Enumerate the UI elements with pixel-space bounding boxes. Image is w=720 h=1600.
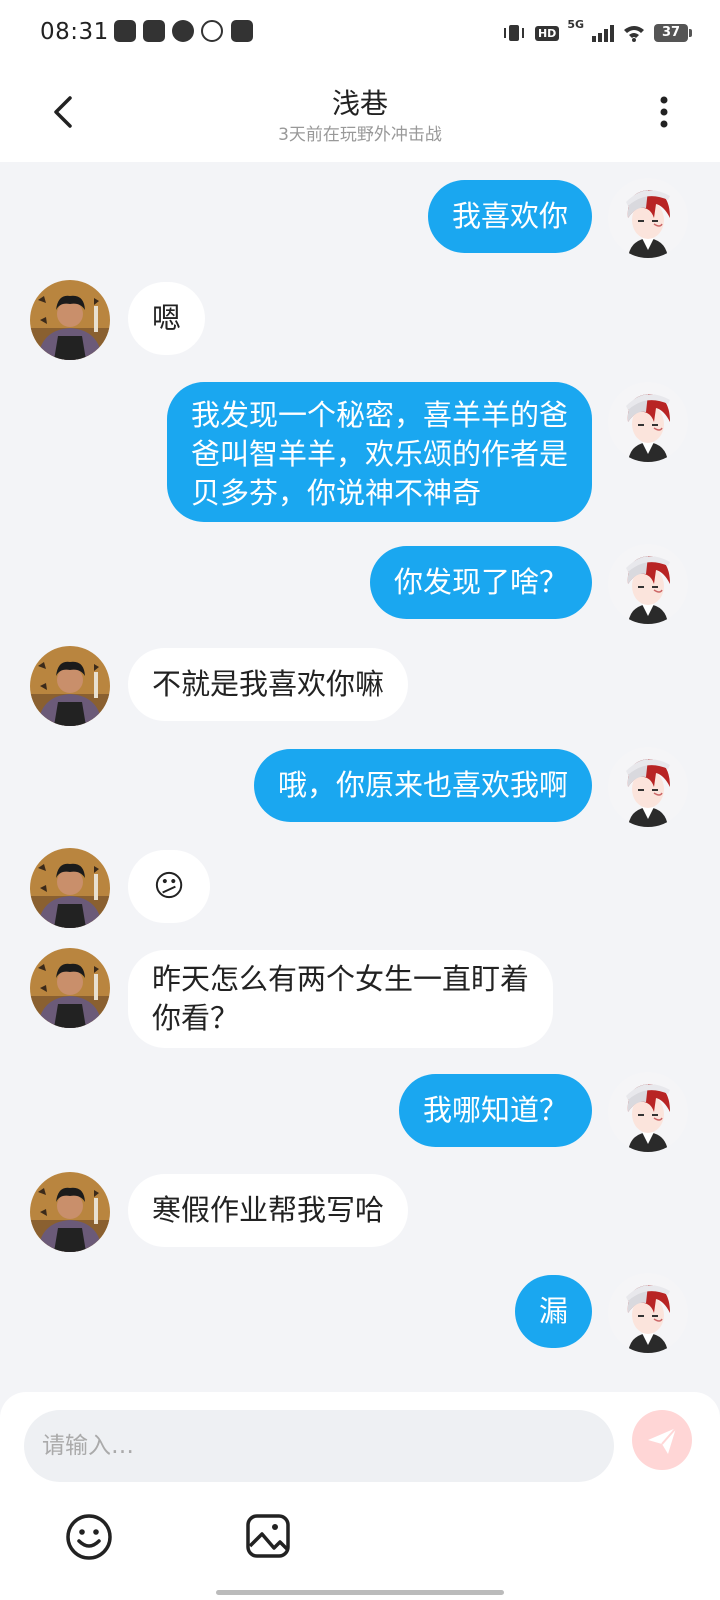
message-bubble[interactable]: 不就是我喜欢你嘛	[128, 648, 409, 721]
smiley-icon[interactable]	[64, 1512, 114, 1562]
hd-badge: HD	[534, 25, 560, 41]
status-bar: 08:31 HD 5G 37	[0, 0, 720, 68]
contact-avatar[interactable]	[30, 948, 110, 1028]
message-input[interactable]	[24, 1410, 614, 1482]
signal-icon	[592, 25, 614, 42]
vibrate-icon	[503, 25, 524, 41]
contact-avatar[interactable]	[30, 848, 110, 928]
message-list[interactable]: 我喜欢你 嗯 我发现一个秘密，喜羊羊的爸 爸叫智羊羊，欢乐颂的作者是 贝多芬，你…	[0, 162, 720, 1392]
message-bubble[interactable]: 哦，你原来也喜欢我啊	[253, 749, 592, 822]
message-bubble[interactable]: 你发现了啥？	[369, 546, 592, 619]
status-time: 08:31	[40, 19, 109, 45]
contact-avatar[interactable]	[30, 646, 110, 726]
send-button[interactable]	[632, 1410, 692, 1470]
message-app-icon	[231, 20, 253, 42]
message-line: 昨天怎么有两个女生一直盯着	[152, 962, 530, 996]
ifly-icon	[201, 20, 223, 42]
battery-icon: 37	[654, 24, 692, 42]
my-avatar[interactable]	[608, 747, 688, 827]
image-icon[interactable]	[244, 1512, 292, 1560]
contact-avatar[interactable]	[30, 280, 110, 360]
message-line: 贝多芬，你说神不神奇	[190, 476, 481, 510]
paper-plane-icon	[648, 1427, 677, 1454]
my-avatar[interactable]	[608, 1072, 688, 1152]
chat-header: 浅巷 3天前在玩野外冲击战	[0, 68, 720, 162]
home-indicator[interactable]	[216, 1590, 504, 1595]
message-bubble[interactable]: 嗯	[128, 282, 206, 355]
search-app-icon	[143, 20, 165, 42]
wifi-icon	[624, 26, 644, 42]
message-bubble[interactable]: 昨天怎么有两个女生一直盯着 你看？	[128, 950, 554, 1048]
composer-bar	[0, 1392, 720, 1600]
contact-avatar[interactable]	[30, 1172, 110, 1252]
message-bubble[interactable]: 我哪知道？	[398, 1074, 592, 1147]
my-avatar[interactable]	[608, 382, 688, 462]
more-vertical-icon[interactable]	[652, 92, 676, 132]
my-avatar[interactable]	[608, 544, 688, 624]
my-avatar[interactable]	[608, 1273, 688, 1353]
message-bubble[interactable]: 漏	[514, 1275, 592, 1348]
message-bubble[interactable]: 寒假作业帮我写哈	[128, 1174, 409, 1247]
app-icon	[114, 20, 136, 42]
my-avatar[interactable]	[608, 178, 688, 258]
message-bubble[interactable]: 我发现一个秘密，喜羊羊的爸 爸叫智羊羊，欢乐颂的作者是 贝多芬，你说神不神奇	[166, 382, 592, 522]
contact-name: 浅巷	[331, 87, 388, 120]
emoji-message-bubble[interactable]: 😕	[128, 850, 210, 923]
network-type: 5G	[567, 18, 584, 31]
compass-app-icon	[172, 20, 194, 42]
contact-status: 3天前在玩野外冲击战	[278, 125, 442, 145]
message-bubble[interactable]: 我喜欢你	[427, 180, 592, 253]
message-line: 爸叫智羊羊，欢乐颂的作者是	[190, 437, 568, 471]
message-line: 我发现一个秘密，喜羊羊的爸	[190, 398, 568, 432]
message-line: 你看？	[152, 1001, 240, 1035]
